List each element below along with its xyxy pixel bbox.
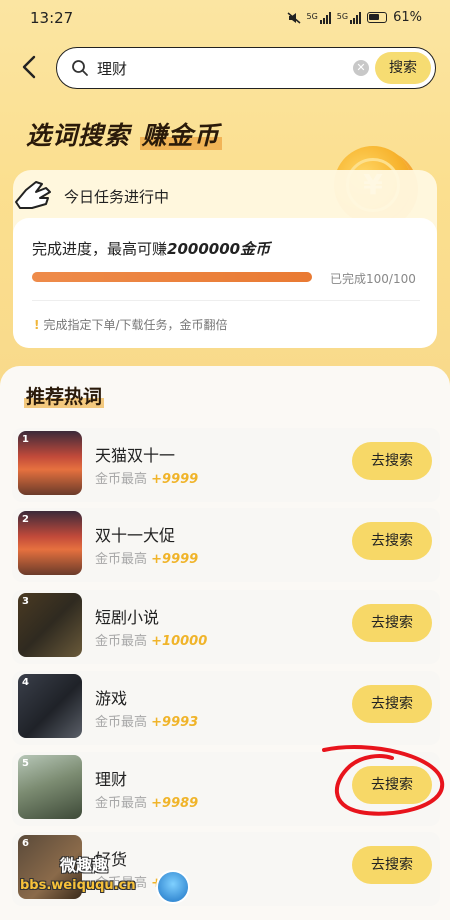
reward-label: 金币最高 <box>95 796 148 811</box>
watermark-line2: bbs.weiququ.cn <box>20 878 136 893</box>
reward-amount: +9993 <box>151 715 199 730</box>
mute-icon <box>287 11 301 24</box>
signal-icon: 5G <box>306 11 331 24</box>
go-search-button[interactable]: 去搜索 <box>352 522 432 560</box>
clear-icon[interactable]: ✕ <box>353 60 369 76</box>
status-time: 13:27 <box>30 9 74 27</box>
keyword-name: 游戏 <box>95 689 128 708</box>
search-button[interactable]: 搜索 <box>375 52 431 84</box>
status-icons: 5G 5G 61% <box>287 10 422 25</box>
reward-text: 金币最高 +10000 <box>95 630 207 649</box>
rank-number: 3 <box>22 596 29 607</box>
reward-label: 金币最高 <box>95 634 148 649</box>
progress-done: 已完成100/100 <box>330 272 416 286</box>
search-input[interactable] <box>97 56 357 80</box>
exclamation-icon: ! <box>34 318 40 332</box>
banner-title-part1: 选词搜索 <box>26 121 131 150</box>
progress-prefix: 完成进度，最高可赚 <box>32 240 168 258</box>
progress-amount: 2000000金币 <box>167 240 271 258</box>
reward-amount: +9999 <box>151 472 199 487</box>
progress-bar <box>32 272 312 282</box>
progress-bar-fill <box>32 272 312 282</box>
chevron-left-icon <box>22 55 36 79</box>
status-bar: 13:27 5G 5G 61% <box>0 0 450 36</box>
thumbnail-image: 3 <box>18 593 82 657</box>
keyword-name: 天猫双十一 <box>95 446 176 465</box>
rank-number: 4 <box>22 677 29 688</box>
search-icon <box>71 59 89 81</box>
reward-amount: +10000 <box>151 634 208 649</box>
thumbnail-image: 2 <box>18 511 82 575</box>
rank-number: 5 <box>22 758 29 769</box>
reward-text: 金币最高 +9989 <box>95 792 198 811</box>
thumbnail-image: 4 <box>18 674 82 738</box>
rank-number: 6 <box>22 838 29 849</box>
thumbnail-image: 1 <box>18 431 82 495</box>
mascot-icon <box>156 870 190 904</box>
task-tip: ! 完成指定下单/下载任务，金币翻倍 <box>34 316 228 333</box>
go-search-button[interactable]: 去搜索 <box>352 685 432 723</box>
network-type: 5G <box>336 11 349 21</box>
reward-text: 金币最高 +9999 <box>95 468 198 487</box>
search-bar: ✕ 搜索 <box>56 47 436 89</box>
rank-number: 2 <box>22 514 29 525</box>
battery-icon <box>367 12 388 23</box>
annotation-circle <box>322 745 445 816</box>
reward-label: 金币最高 <box>95 472 148 487</box>
signal-icon: 5G <box>336 11 362 24</box>
battery-level: 61% <box>393 10 422 25</box>
keyword-name: 双十一大促 <box>95 526 176 545</box>
recommend-title: 推荐热词 <box>24 382 105 409</box>
back-button[interactable] <box>18 54 42 80</box>
network-type: 5G <box>306 11 318 21</box>
reward-label: 金币最高 <box>95 552 148 567</box>
divider <box>32 300 420 301</box>
keyword-name: 理财 <box>95 770 128 789</box>
list-item: 3 短剧小说金币最高 +10000 去搜索 <box>12 590 440 664</box>
hand-icon <box>12 176 58 216</box>
task-tip-text: 完成指定下单/下载任务，金币翻倍 <box>43 318 228 332</box>
banner-title-part2: 赚金币 <box>139 121 222 150</box>
thumbnail-image: 5 <box>18 755 82 819</box>
watermark-line1: 微趣趣 <box>60 856 109 875</box>
list-item: 2 双十一大促金币最高 +9999 去搜索 <box>12 508 440 582</box>
reward-amount: +9999 <box>151 552 199 567</box>
list-item: 4 游戏金币最高 +9993 去搜索 <box>12 671 440 745</box>
go-search-button[interactable]: 去搜索 <box>352 846 432 884</box>
progress-text: 完成进度，最高可赚2000000金币 <box>32 238 270 259</box>
recommend-title-text: 推荐热词 <box>24 386 105 408</box>
reward-text: 金币最高 +9999 <box>95 548 198 567</box>
task-title: 今日任务进行中 <box>64 188 170 206</box>
reward-label: 金币最高 <box>95 715 148 730</box>
keyword-name: 短剧小说 <box>95 608 160 627</box>
banner-title: 选词搜索 赚金币 <box>26 116 222 152</box>
go-search-button[interactable]: 去搜索 <box>352 604 432 642</box>
reward-amount: +9989 <box>151 796 199 811</box>
reward-text: 金币最高 +9993 <box>95 711 198 730</box>
list-item: 1 天猫双十一金币最高 +9999 去搜索 <box>12 428 440 502</box>
rank-number: 1 <box>22 434 29 445</box>
go-search-button[interactable]: 去搜索 <box>352 442 432 480</box>
